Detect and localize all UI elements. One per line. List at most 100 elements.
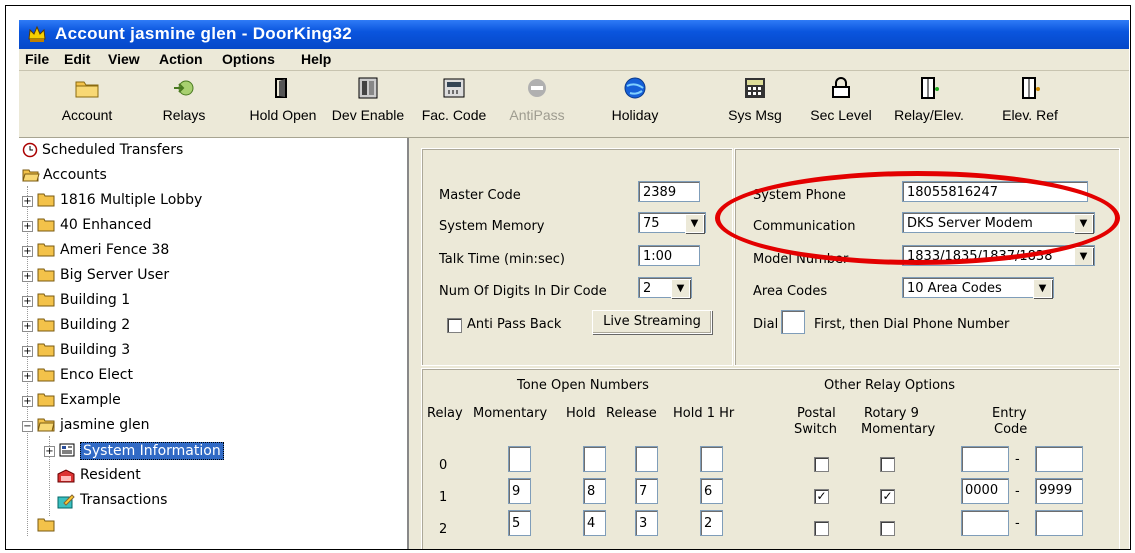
folder-icon	[37, 218, 55, 232]
hold-1hr-field[interactable]: 6	[700, 478, 723, 504]
system-memory-select[interactable]: 75 ▼	[638, 212, 706, 233]
postal-switch-checkbox[interactable]	[814, 457, 829, 472]
antipass-icon	[528, 79, 546, 97]
entry-code-dash: -	[1015, 484, 1020, 499]
expand-icon[interactable]: +	[22, 321, 33, 332]
live-streaming-button[interactable]: Live Streaming	[592, 310, 712, 334]
antipass-button[interactable]: AntiPass	[507, 75, 567, 123]
master-code-field[interactable]: 2389	[638, 181, 700, 202]
menu-bar: File Edit View Action Options Help	[19, 49, 1129, 71]
dial-prefix-field[interactable]	[781, 310, 805, 334]
holiday-button[interactable]: Holiday	[605, 75, 665, 123]
postal-switch-checkbox[interactable]: ✓	[814, 489, 829, 504]
collapse-icon[interactable]: −	[22, 421, 33, 432]
col-postal-1: Postal	[797, 406, 836, 421]
expand-icon[interactable]: +	[22, 371, 33, 382]
entry-code-to[interactable]: 9999	[1035, 478, 1083, 504]
device-icon	[358, 77, 378, 99]
chevron-down-icon[interactable]: ▼	[671, 279, 690, 298]
expand-icon[interactable]: +	[22, 296, 33, 307]
relay-elev-button[interactable]: Relay/Elev.	[881, 75, 977, 123]
menu-file[interactable]: File	[25, 51, 49, 67]
expand-icon[interactable]: +	[22, 221, 33, 232]
entry-code-from[interactable]	[961, 446, 1009, 472]
chevron-down-icon[interactable]: ▼	[1033, 279, 1052, 298]
momentary-field[interactable]	[508, 446, 531, 472]
model-number-select[interactable]: 1833/1835/1837/1838 ▼	[902, 245, 1095, 266]
folder-icon	[37, 268, 55, 282]
menu-action[interactable]: Action	[159, 51, 203, 67]
expand-icon[interactable]: +	[22, 346, 33, 357]
fac-code-button[interactable]: Fac. Code	[417, 75, 491, 123]
momentary-field[interactable]: 5	[508, 510, 531, 536]
facility-code-icon	[443, 78, 465, 98]
sec-level-button[interactable]: Sec Level	[803, 75, 879, 123]
menu-view[interactable]: View	[108, 51, 140, 67]
relay-number: 0	[439, 458, 448, 473]
dial-label: Dial	[753, 317, 779, 332]
globe-icon	[624, 77, 646, 99]
talk-time-field[interactable]: 1:00	[638, 245, 700, 266]
expand-icon[interactable]: +	[22, 196, 33, 207]
rotary-momentary-checkbox[interactable]	[880, 521, 895, 536]
entry-code-dash: -	[1015, 452, 1020, 467]
elevator-ref-icon	[1022, 77, 1040, 99]
folder-icon	[37, 518, 55, 532]
dial-suffix-label: First, then Dial Phone Number	[814, 317, 1010, 332]
account-tree: Scheduled Transfers Accounts + 1816 Mult…	[19, 138, 409, 549]
relays-button[interactable]: Relays	[159, 75, 209, 123]
postal-switch-checkbox[interactable]	[814, 521, 829, 536]
rotary-momentary-checkbox[interactable]: ✓	[880, 489, 895, 504]
expand-icon[interactable]: +	[44, 446, 55, 457]
hold-field[interactable]: 4	[583, 510, 606, 536]
anti-pass-back-checkbox[interactable]	[447, 318, 462, 333]
other-relay-header: Other Relay Options	[824, 378, 956, 393]
release-field[interactable]: 7	[635, 478, 658, 504]
elevator-icon	[921, 77, 939, 99]
hold-field[interactable]	[583, 446, 606, 472]
hold-open-button[interactable]: Hold Open	[245, 75, 321, 123]
system-phone-field[interactable]: 18055816247	[902, 181, 1088, 202]
communication-select[interactable]: DKS Server Modem ▼	[902, 212, 1095, 233]
col-hold: Hold	[566, 406, 596, 421]
col-relay: Relay	[427, 406, 463, 421]
menu-help[interactable]: Help	[301, 51, 331, 67]
area-codes-select[interactable]: 10 Area Codes ▼	[902, 277, 1054, 298]
dev-enable-button[interactable]: Dev Enable	[325, 75, 411, 123]
resident-icon	[57, 469, 75, 483]
rotary-momentary-checkbox[interactable]	[880, 457, 895, 472]
folder-icon	[37, 318, 55, 332]
col-momentary: Momentary	[473, 406, 548, 421]
release-field[interactable]: 3	[635, 510, 658, 536]
expand-icon[interactable]: +	[22, 246, 33, 257]
system-memory-label: System Memory	[439, 219, 545, 234]
title-bar[interactable]: Account jasmine glen - DoorKing32	[19, 20, 1129, 49]
hold-field[interactable]: 8	[583, 478, 606, 504]
digits-select[interactable]: 2 ▼	[638, 277, 692, 298]
elev-ref-button[interactable]: Elev. Ref	[985, 75, 1075, 123]
folder-icon	[37, 243, 55, 257]
door-icon	[275, 78, 287, 98]
entry-code-from[interactable]: 0000	[961, 478, 1009, 504]
folder-icon	[37, 193, 55, 207]
chevron-down-icon[interactable]: ▼	[1074, 214, 1093, 233]
sys-msg-button[interactable]: Sys Msg	[725, 75, 785, 123]
release-field[interactable]	[635, 446, 658, 472]
menu-edit[interactable]: Edit	[64, 51, 90, 67]
relay-number: 2	[439, 522, 448, 537]
chevron-down-icon[interactable]: ▼	[1074, 247, 1093, 265]
hold-1hr-field[interactable]: 2	[700, 510, 723, 536]
hold-1hr-field[interactable]	[700, 446, 723, 472]
entry-code-from[interactable]	[961, 510, 1009, 536]
entry-code-to[interactable]	[1035, 446, 1083, 472]
relay-number: 1	[439, 490, 448, 505]
expand-icon[interactable]: +	[22, 271, 33, 282]
momentary-field[interactable]: 9	[508, 478, 531, 504]
expand-icon[interactable]: +	[22, 396, 33, 407]
chevron-down-icon[interactable]: ▼	[685, 214, 704, 233]
communication-label: Communication	[753, 219, 856, 234]
col-hold-1hr: Hold 1 Hr	[673, 406, 735, 421]
menu-options[interactable]: Options	[222, 51, 275, 67]
entry-code-to[interactable]	[1035, 510, 1083, 536]
account-button[interactable]: Account	[57, 75, 117, 123]
